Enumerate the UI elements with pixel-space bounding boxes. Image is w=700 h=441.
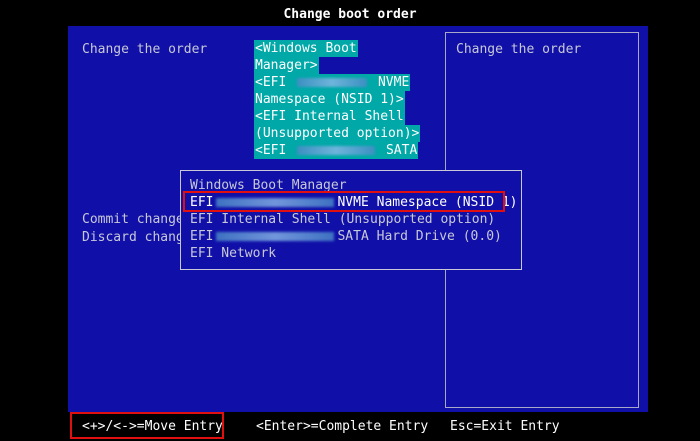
bios-screen: Change boot order Change the order Commi… [0,0,700,441]
redacted-blur [297,78,368,87]
popup-item-network[interactable]: EFI Network [190,245,276,262]
discard-changes-label[interactable]: Discard chang [82,229,184,246]
change-order-label[interactable]: Change the order [82,41,207,58]
order-line: Namespace (NSID 1)> [254,91,405,108]
boot-order-list[interactable]: <Windows Boot Manager> <EFI NVME Namespa… [254,40,426,159]
footer-complete-entry: <Enter>=Complete Entry [256,419,429,434]
order-line: <EFI NVME [254,74,411,91]
footer-exit-entry: Esc=Exit Entry [450,419,560,434]
selection-highlight-box [183,191,505,212]
redacted-blur [297,146,376,155]
help-title: Change the order [456,42,582,57]
redacted-blur [216,232,335,241]
popup-item-sata[interactable]: EFI SATA Hard Drive (0.0) [190,228,502,245]
order-line: <EFI SATA [254,142,419,159]
order-line: <EFI Internal Shell [254,108,405,125]
popup-item-internal-shell[interactable]: EFI Internal Shell (Unsupported option) [190,211,495,228]
order-line: Manager> [254,57,319,74]
order-line: <Windows Boot [254,40,358,57]
window-title: Change boot order [283,7,417,22]
boot-entry-popup[interactable]: Windows Boot Manager EFI NVME Namespace (… [180,170,522,270]
order-line: (Unsupported option)> [254,125,421,142]
main-panel: Change the order Commit change Discard c… [68,26,648,412]
commit-changes-label[interactable]: Commit change [82,211,184,228]
footer-highlight-box [70,412,224,439]
